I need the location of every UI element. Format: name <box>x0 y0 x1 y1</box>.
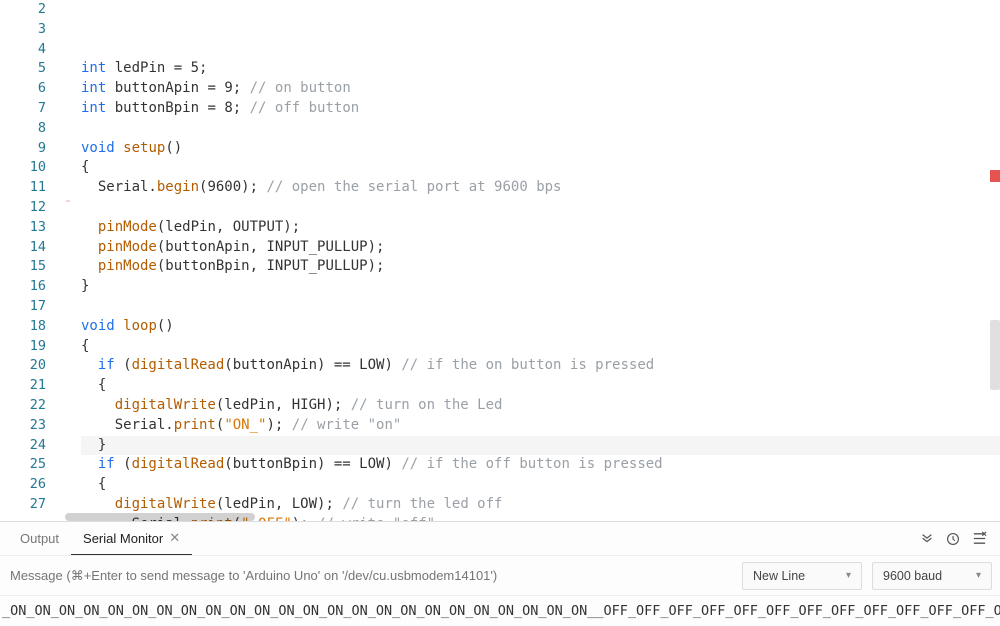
line-number: 21 <box>0 376 46 396</box>
chevron-down-icon: ▾ <box>976 570 981 581</box>
tab-serial-monitor[interactable]: Serial Monitor ✕ <box>71 522 192 555</box>
minimap-region <box>990 320 1000 390</box>
chevron-down-icon: ▾ <box>846 570 851 581</box>
line-number: 20 <box>0 356 46 376</box>
line-number: 19 <box>0 337 46 357</box>
code-line[interactable]: { <box>81 337 1000 357</box>
code-line[interactable]: int buttonBpin = 8; // off button <box>81 99 1000 119</box>
line-number: 8 <box>0 119 46 139</box>
line-number: 11 <box>0 178 46 198</box>
code-area[interactable]: int ledPin = 5;int buttonApin = 9; // on… <box>65 0 1000 521</box>
line-number: 22 <box>0 396 46 416</box>
line-number: 18 <box>0 317 46 337</box>
code-line[interactable]: void setup() <box>81 139 1000 159</box>
code-line[interactable]: Serial.begin(9600); // open the serial p… <box>81 178 1000 198</box>
serial-console-output: _ON_ON_ON_ON_ON_ON_ON_ON_ON_ON_ON_ON_ON_… <box>0 596 1000 626</box>
code-line[interactable]: if (digitalRead(buttonBpin) == LOW) // i… <box>81 455 1000 475</box>
line-number-gutter: 2345678910111213141516171819202122232425… <box>0 0 65 521</box>
code-line[interactable] <box>81 119 1000 139</box>
code-line[interactable]: pinMode(buttonApin, INPUT_PULLUP); <box>81 238 1000 258</box>
line-number: 5 <box>0 59 46 79</box>
panel-tabs: Output Serial Monitor ✕ <box>0 522 1000 556</box>
code-line[interactable]: void loop() <box>81 317 1000 337</box>
line-number: 17 <box>0 297 46 317</box>
line-number: 2 <box>0 0 46 20</box>
tab-output[interactable]: Output <box>8 522 71 555</box>
tab-label: Serial Monitor <box>83 531 163 546</box>
line-number: 10 <box>0 158 46 178</box>
code-line[interactable]: { <box>81 475 1000 495</box>
code-line[interactable]: } <box>81 436 1000 456</box>
line-ending-dropdown[interactable]: New Line ▾ <box>742 562 862 590</box>
code-line[interactable]: pinMode(ledPin, OUTPUT); <box>81 218 1000 238</box>
minimap[interactable] <box>986 0 1000 521</box>
code-editor[interactable]: 2345678910111213141516171819202122232425… <box>0 0 1000 521</box>
line-number: 23 <box>0 416 46 436</box>
clock-icon[interactable] <box>940 526 966 552</box>
collapse-panel-icon[interactable] <box>914 526 940 552</box>
line-number: 9 <box>0 139 46 159</box>
console-text: _ON_ON_ON_ON_ON_ON_ON_ON_ON_ON_ON_ON_ON_… <box>2 603 1000 619</box>
code-line[interactable]: pinMode(buttonBpin, INPUT_PULLUP); <box>81 257 1000 277</box>
line-number: 3 <box>0 20 46 40</box>
code-line[interactable] <box>81 40 1000 60</box>
line-number: 15 <box>0 257 46 277</box>
line-number: 27 <box>0 495 46 515</box>
clear-output-icon[interactable] <box>966 526 992 552</box>
bottom-panel: Output Serial Monitor ✕ New Line ▾ 9600 … <box>0 521 1000 626</box>
line-number: 16 <box>0 277 46 297</box>
code-line[interactable]: digitalWrite(ledPin, LOW); // turn the l… <box>81 495 1000 515</box>
tab-label: Output <box>20 531 59 546</box>
code-line[interactable]: int buttonApin = 9; // on button <box>81 79 1000 99</box>
line-number: 14 <box>0 238 46 258</box>
code-line[interactable]: { <box>81 158 1000 178</box>
code-line[interactable] <box>81 297 1000 317</box>
error-marker[interactable] <box>990 170 1000 182</box>
serial-message-input[interactable] <box>8 562 732 589</box>
line-number: 24 <box>0 436 46 456</box>
line-number: 12 <box>0 198 46 218</box>
code-line[interactable]: } <box>81 277 1000 297</box>
code-line[interactable]: int ledPin = 5; <box>81 59 1000 79</box>
code-line[interactable]: ˜ <box>81 198 1000 218</box>
code-line[interactable]: { <box>81 376 1000 396</box>
dropdown-value: New Line <box>753 569 805 583</box>
close-icon[interactable]: ✕ <box>169 530 180 546</box>
code-line[interactable]: digitalWrite(ledPin, HIGH); // turn on t… <box>81 396 1000 416</box>
code-line[interactable]: if (digitalRead(buttonApin) == LOW) // i… <box>81 356 1000 376</box>
horizontal-scrollbar[interactable] <box>65 513 255 521</box>
dropdown-value: 9600 baud <box>883 569 942 583</box>
line-number: 25 <box>0 455 46 475</box>
code-line[interactable]: Serial.print("ON_"); // write "on" <box>81 416 1000 436</box>
line-number: 6 <box>0 79 46 99</box>
line-number: 7 <box>0 99 46 119</box>
line-number: 26 <box>0 475 46 495</box>
baud-rate-dropdown[interactable]: 9600 baud ▾ <box>872 562 992 590</box>
line-number: 13 <box>0 218 46 238</box>
serial-message-row: New Line ▾ 9600 baud ▾ <box>0 556 1000 596</box>
line-number: 4 <box>0 40 46 60</box>
